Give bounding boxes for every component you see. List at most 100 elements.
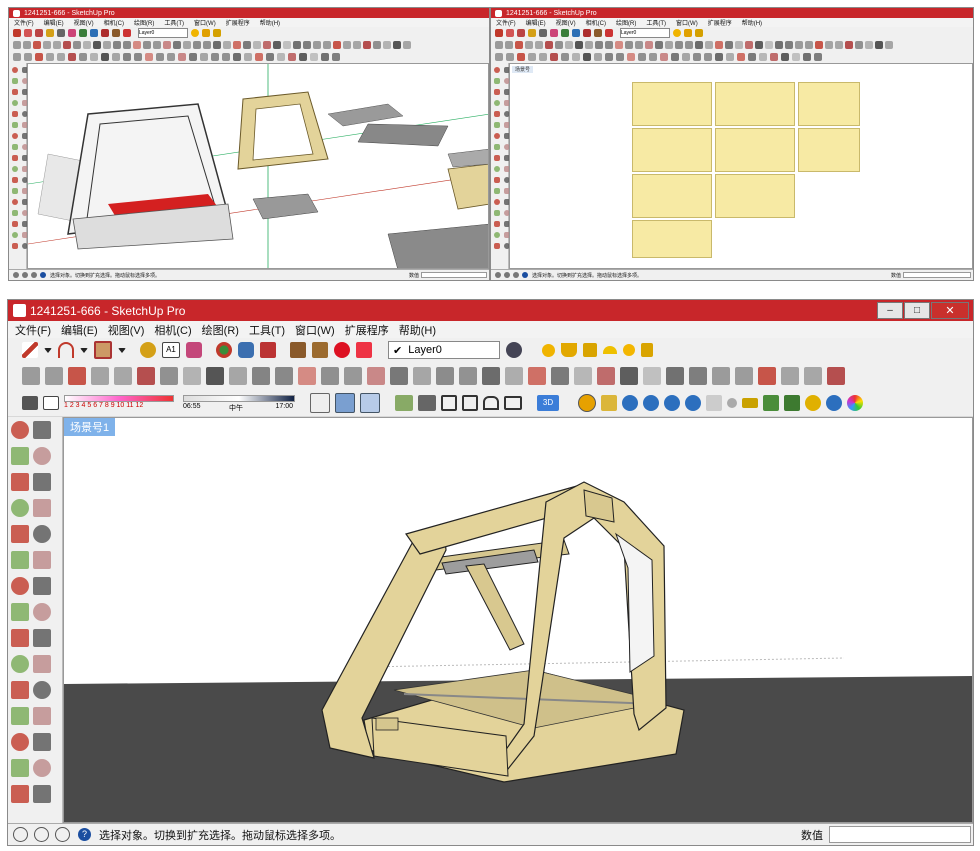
dimension-icon[interactable] (33, 629, 51, 647)
extension-warehouse-icon[interactable] (334, 342, 350, 358)
model-viewport[interactable]: 场景号 (509, 63, 973, 269)
user-icon[interactable] (55, 827, 70, 842)
tool-icon-17[interactable] (671, 53, 679, 61)
menu-tools[interactable]: 工具(T) (244, 322, 290, 338)
share-model-icon[interactable] (356, 342, 372, 358)
tool-icon-16[interactable] (178, 53, 186, 61)
tool-icon-13[interactable] (133, 41, 141, 49)
polygon-icon[interactable] (321, 367, 339, 385)
tool-icon-18[interactable] (665, 41, 673, 49)
half-sun-icon[interactable] (603, 346, 617, 354)
walk-icon[interactable] (12, 210, 18, 216)
arc-icon[interactable] (11, 551, 29, 569)
pencil-icon[interactable] (13, 29, 21, 37)
pencil-icon[interactable] (22, 342, 38, 358)
tool-icon-29[interactable] (775, 41, 783, 49)
layer-select[interactable]: ✔ Layer0 (388, 341, 500, 359)
roof-icon[interactable] (505, 367, 523, 385)
menu-camera[interactable]: 相机(C) (149, 322, 196, 338)
tool-icon-8[interactable] (83, 41, 91, 49)
circle-icon[interactable] (494, 111, 500, 117)
dropdown-arrow-icon[interactable] (118, 347, 126, 353)
tool-icon-23[interactable] (233, 41, 241, 49)
layer-select[interactable]: Layer0 (620, 28, 670, 38)
scale-icon[interactable] (137, 367, 155, 385)
sun-icon-2[interactable] (623, 344, 635, 356)
pan-icon[interactable] (238, 342, 254, 358)
position-camera-icon[interactable] (494, 221, 500, 227)
text-icon[interactable] (33, 603, 51, 621)
tool-icon-30[interactable] (303, 41, 311, 49)
orbit-icon[interactable] (216, 342, 232, 358)
tool-icon-34[interactable] (825, 41, 833, 49)
axes-icon[interactable] (12, 166, 18, 172)
sun-icon[interactable] (542, 343, 555, 357)
plugin-br-icon[interactable] (664, 395, 680, 411)
model-viewport[interactable] (27, 63, 489, 269)
section-icon[interactable] (459, 367, 477, 385)
tool-icon-1[interactable] (13, 41, 21, 49)
menu-draw[interactable]: 绘图(R) (611, 18, 641, 27)
tool-icon-12[interactable] (616, 53, 624, 61)
tool-icon-26[interactable] (263, 41, 271, 49)
flag-icon[interactable] (583, 343, 597, 357)
section-display-icon[interactable] (360, 393, 380, 413)
protractor-icon[interactable] (11, 629, 29, 647)
tool-icon-25[interactable] (253, 41, 261, 49)
tool-icon-33[interactable] (333, 41, 341, 49)
tool-icon-16[interactable] (660, 53, 668, 61)
tool-icon-19[interactable] (675, 41, 683, 49)
tool-icon-11[interactable] (123, 53, 131, 61)
tool-icon-5[interactable] (535, 41, 543, 49)
tool-icon-14[interactable] (625, 41, 633, 49)
back-view-icon[interactable] (483, 396, 499, 410)
window-icon[interactable] (551, 367, 569, 385)
tool-icon-3[interactable] (33, 41, 41, 49)
tool-icon-23[interactable] (715, 41, 723, 49)
tool-icon-2[interactable] (506, 53, 514, 61)
component-icon[interactable] (112, 29, 120, 37)
tool-icon-34[interactable] (343, 41, 351, 49)
flag-icon-2[interactable] (641, 343, 653, 357)
tool-icon-23[interactable] (255, 53, 263, 61)
warehouse-icon[interactable] (605, 29, 613, 37)
zoom-window-icon[interactable] (33, 707, 51, 725)
tool-icon-22[interactable] (223, 41, 231, 49)
tool-icon-10[interactable] (585, 41, 593, 49)
tool-icon-23[interactable] (737, 53, 745, 61)
paint-icon[interactable] (550, 29, 558, 37)
menu-extensions[interactable]: 扩展程序 (221, 18, 255, 27)
menu-help[interactable]: 帮助(H) (737, 18, 767, 27)
previous-view-icon[interactable] (33, 733, 51, 751)
top-view-icon[interactable] (418, 395, 436, 411)
polygon-icon[interactable] (33, 525, 51, 543)
joint-icon[interactable] (666, 367, 684, 385)
dropdown-arrow-icon[interactable] (44, 347, 52, 353)
tool-icon-7[interactable] (555, 41, 563, 49)
tool-icon-36[interactable] (363, 41, 371, 49)
solid-icon[interactable] (183, 367, 201, 385)
paint-icon[interactable] (68, 29, 76, 37)
select-icon[interactable] (11, 421, 29, 439)
tool-icon-27[interactable] (299, 53, 307, 61)
zoom-icon[interactable] (101, 29, 109, 37)
tool-icon-30[interactable] (814, 53, 822, 61)
orbit-icon[interactable] (561, 29, 569, 37)
warehouse-icon[interactable] (312, 342, 328, 358)
walk-icon[interactable] (11, 759, 29, 777)
tool-icon-36[interactable] (845, 41, 853, 49)
line-icon[interactable] (252, 367, 270, 385)
plugin-m-icon[interactable] (578, 394, 596, 412)
tool-icon-19[interactable] (211, 53, 219, 61)
arc-icon[interactable] (12, 122, 18, 128)
tool-icon-35[interactable] (835, 41, 843, 49)
tool-icon-22[interactable] (705, 41, 713, 49)
info-icon[interactable] (504, 272, 510, 278)
rectangle-icon[interactable] (12, 100, 18, 106)
menu-tools[interactable]: 工具(T) (159, 18, 189, 27)
follow-me-icon[interactable] (68, 367, 86, 385)
arc-icon[interactable] (24, 29, 32, 37)
follow-me-icon[interactable] (12, 133, 18, 139)
tool-icon-7[interactable] (73, 41, 81, 49)
zoom-extents-icon[interactable] (11, 733, 29, 751)
